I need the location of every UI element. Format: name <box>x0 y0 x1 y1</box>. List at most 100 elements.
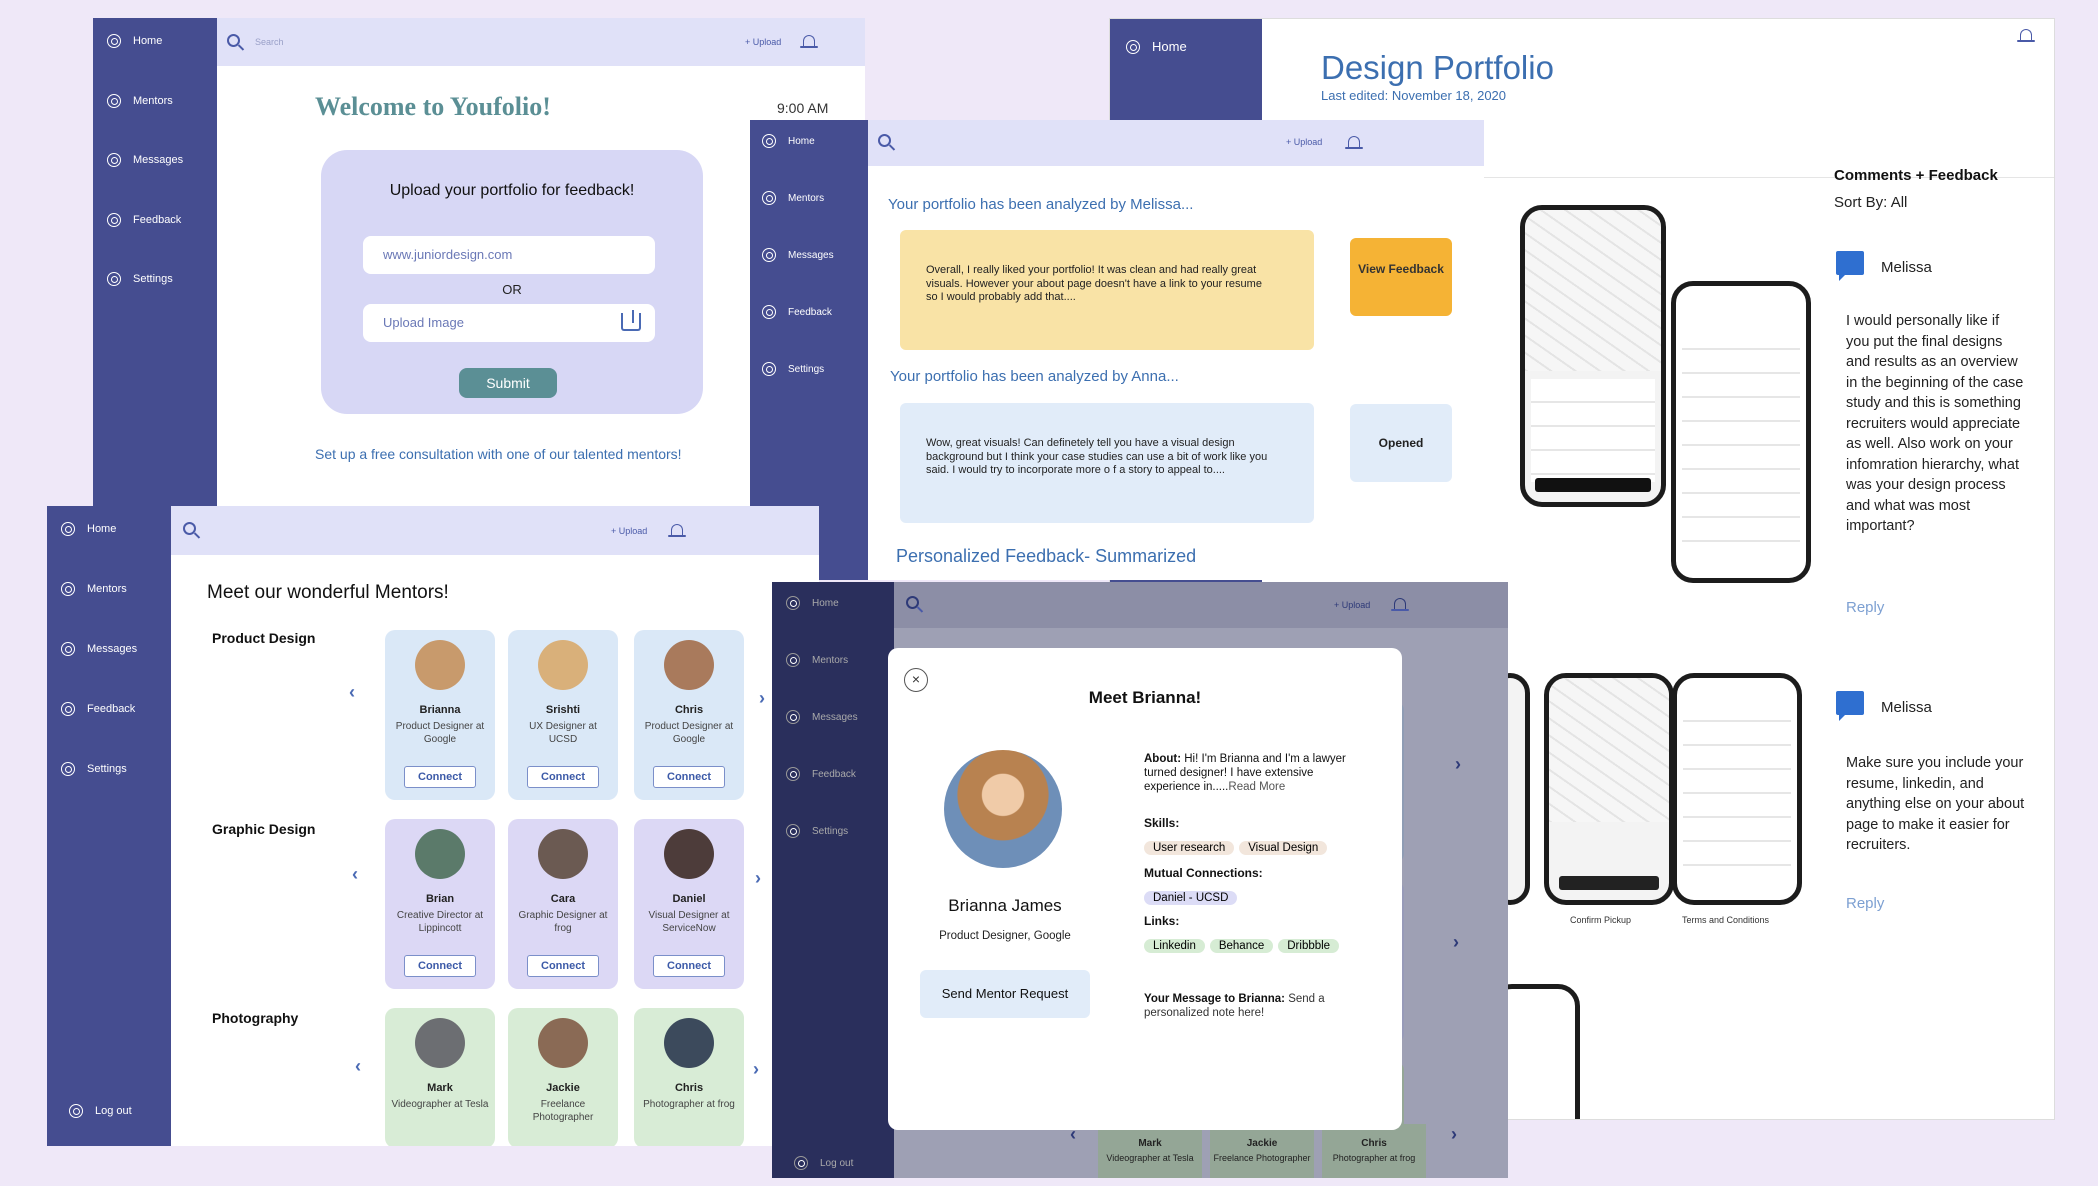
nav-logout[interactable]: Log out <box>69 1104 132 1118</box>
upload-button[interactable]: + Upload <box>611 526 647 536</box>
chevron-right-icon[interactable]: › <box>753 1059 759 1080</box>
view-feedback-button[interactable]: View Feedback <box>1350 238 1452 316</box>
nav-home[interactable]: Home <box>107 34 162 48</box>
bell-icon[interactable] <box>1345 136 1363 149</box>
messages-icon <box>786 710 800 724</box>
nav-settings[interactable]: Settings <box>786 824 848 838</box>
comment-icon <box>1836 251 1864 281</box>
mentors-window: Home Mentors Messages Feedback Settings … <box>47 506 819 1146</box>
url-input[interactable]: www.juniordesign.com <box>363 236 655 274</box>
nav-feedback[interactable]: Feedback <box>61 702 135 716</box>
sort-dropdown[interactable]: Sort By: All <box>1834 194 1907 211</box>
reply-link[interactable]: Reply <box>1846 599 1884 616</box>
messages-icon <box>61 642 75 656</box>
bell-icon[interactable] <box>1391 598 1409 611</box>
link-tag[interactable]: Behance <box>1209 939 1274 953</box>
connect-button[interactable]: Connect <box>653 955 725 977</box>
connect-button[interactable]: Connect <box>653 766 725 788</box>
mentor-card[interactable]: Brian Creative Director at Lippincott Co… <box>385 819 495 989</box>
mentor-name: Daniel <box>672 893 706 905</box>
feedback-icon <box>762 305 776 319</box>
nav-settings[interactable]: Settings <box>61 762 127 776</box>
mutual-tag[interactable]: Daniel - UCSD <box>1144 891 1238 905</box>
mentor-card[interactable]: Srishti UX Designer at UCSD Connect <box>508 630 618 800</box>
chevron-left-icon[interactable]: ‹ <box>352 864 358 885</box>
nav-messages[interactable]: Messages <box>786 710 858 724</box>
chevron-right-icon[interactable]: › <box>755 868 761 889</box>
upload-button[interactable]: + Upload <box>745 37 781 47</box>
mentor-card[interactable]: Brianna Product Designer at Google Conne… <box>385 630 495 800</box>
submit-button[interactable]: Submit <box>459 368 557 398</box>
summary-heading: Personalized Feedback- Summarized <box>896 546 1197 566</box>
chevron-left-icon[interactable]: ‹ <box>355 1056 361 1077</box>
reply-link[interactable]: Reply <box>1846 895 1884 912</box>
upload-image-input[interactable]: Upload Image <box>363 304 655 342</box>
nav-home[interactable]: Home <box>762 134 815 148</box>
link-tag[interactable]: Linkedin <box>1144 939 1205 953</box>
bell-icon[interactable] <box>668 524 686 537</box>
category-title: Photography <box>212 1010 299 1026</box>
message-field[interactable]: Your Message to Brianna: Send a personal… <box>1144 992 1366 1020</box>
nav-mentors[interactable]: Mentors <box>786 653 848 667</box>
mentor-card: Chris Photographer at frog <box>1322 1124 1426 1178</box>
search-input[interactable]: Search <box>255 37 284 47</box>
upload-button[interactable]: + Upload <box>1334 600 1370 610</box>
chevron-left-icon[interactable]: ‹ <box>349 682 355 703</box>
nav-feedback[interactable]: Feedback <box>762 305 832 319</box>
read-more-link[interactable]: Read More <box>1228 781 1285 793</box>
feedback-card[interactable]: Wow, great visuals! Can definetely tell … <box>900 403 1314 523</box>
nav-messages[interactable]: Messages <box>762 248 834 262</box>
top-bar: + Upload <box>171 506 819 555</box>
connect-button[interactable]: Connect <box>527 766 599 788</box>
mentor-card[interactable]: Cara Graphic Designer at frog Connect <box>508 819 618 989</box>
search-icon[interactable] <box>878 134 891 147</box>
home-icon <box>1126 39 1140 54</box>
nav-settings[interactable]: Settings <box>107 272 173 286</box>
mentor-name: Jackie <box>546 1082 580 1094</box>
caption-terms: Terms and Conditions <box>1682 915 1770 925</box>
category-title: Product Design <box>212 630 316 646</box>
link-tag[interactable]: Dribbble <box>1278 939 1340 953</box>
bell-icon[interactable] <box>800 35 818 48</box>
upload-button[interactable]: + Upload <box>1286 137 1322 147</box>
mentor-card[interactable]: Daniel Visual Designer at ServiceNow Con… <box>634 819 744 989</box>
nav-mentors[interactable]: Mentors <box>107 94 173 108</box>
nav-feedback[interactable]: Feedback <box>786 767 856 781</box>
mentor-photo <box>944 750 1062 868</box>
nav-messages[interactable]: Messages <box>61 642 137 656</box>
nav-home[interactable]: Home <box>61 522 116 536</box>
connect-button[interactable]: Connect <box>404 766 476 788</box>
nav-settings[interactable]: Settings <box>762 362 824 376</box>
nav-feedback[interactable]: Feedback <box>107 213 181 227</box>
search-icon[interactable] <box>227 34 240 47</box>
nav-logout[interactable]: Log out <box>794 1156 853 1170</box>
search-icon[interactable] <box>183 522 196 535</box>
mentor-card[interactable]: Chris Product Designer at Google Connect <box>634 630 744 800</box>
mentor-card[interactable]: Chris Photographer at frog <box>634 1008 744 1146</box>
feedback-message: Wow, great visuals! Can definetely tell … <box>926 437 1268 476</box>
mentor-role: Product Designer at Google <box>395 721 485 745</box>
nav-mentors[interactable]: Mentors <box>762 191 824 205</box>
mentor-name: Chris <box>674 1082 704 1094</box>
feedback-card[interactable]: Overall, I really liked your portfolio! … <box>900 230 1314 350</box>
home-icon <box>61 522 75 536</box>
connect-button[interactable]: Connect <box>527 955 599 977</box>
connect-button[interactable]: Connect <box>404 955 476 977</box>
avatar <box>664 1018 714 1068</box>
nav-home[interactable]: Home <box>786 596 839 610</box>
avatar <box>664 640 714 690</box>
nav-mentors[interactable]: Mentors <box>61 582 127 596</box>
send-mentor-request-button[interactable]: Send Mentor Request <box>920 970 1090 1018</box>
bell-icon[interactable] <box>2017 29 2035 42</box>
mentor-role: Graphic Designer at frog <box>518 910 608 934</box>
feedback-icon <box>107 213 121 227</box>
commenter-name: Melissa <box>1881 699 1932 716</box>
mentor-card[interactable]: Mark Videographer at Tesla <box>385 1008 495 1146</box>
chevron-right-icon[interactable]: › <box>759 688 765 709</box>
mentor-card[interactable]: Jackie Freelance Photographer <box>508 1008 618 1146</box>
nav-messages[interactable]: Messages <box>107 153 183 167</box>
upload-icon[interactable] <box>621 313 641 331</box>
nav-home[interactable]: Home <box>1126 39 1187 54</box>
consultation-link[interactable]: Set up a free consultation with one of o… <box>315 446 682 462</box>
search-icon[interactable] <box>906 596 919 609</box>
